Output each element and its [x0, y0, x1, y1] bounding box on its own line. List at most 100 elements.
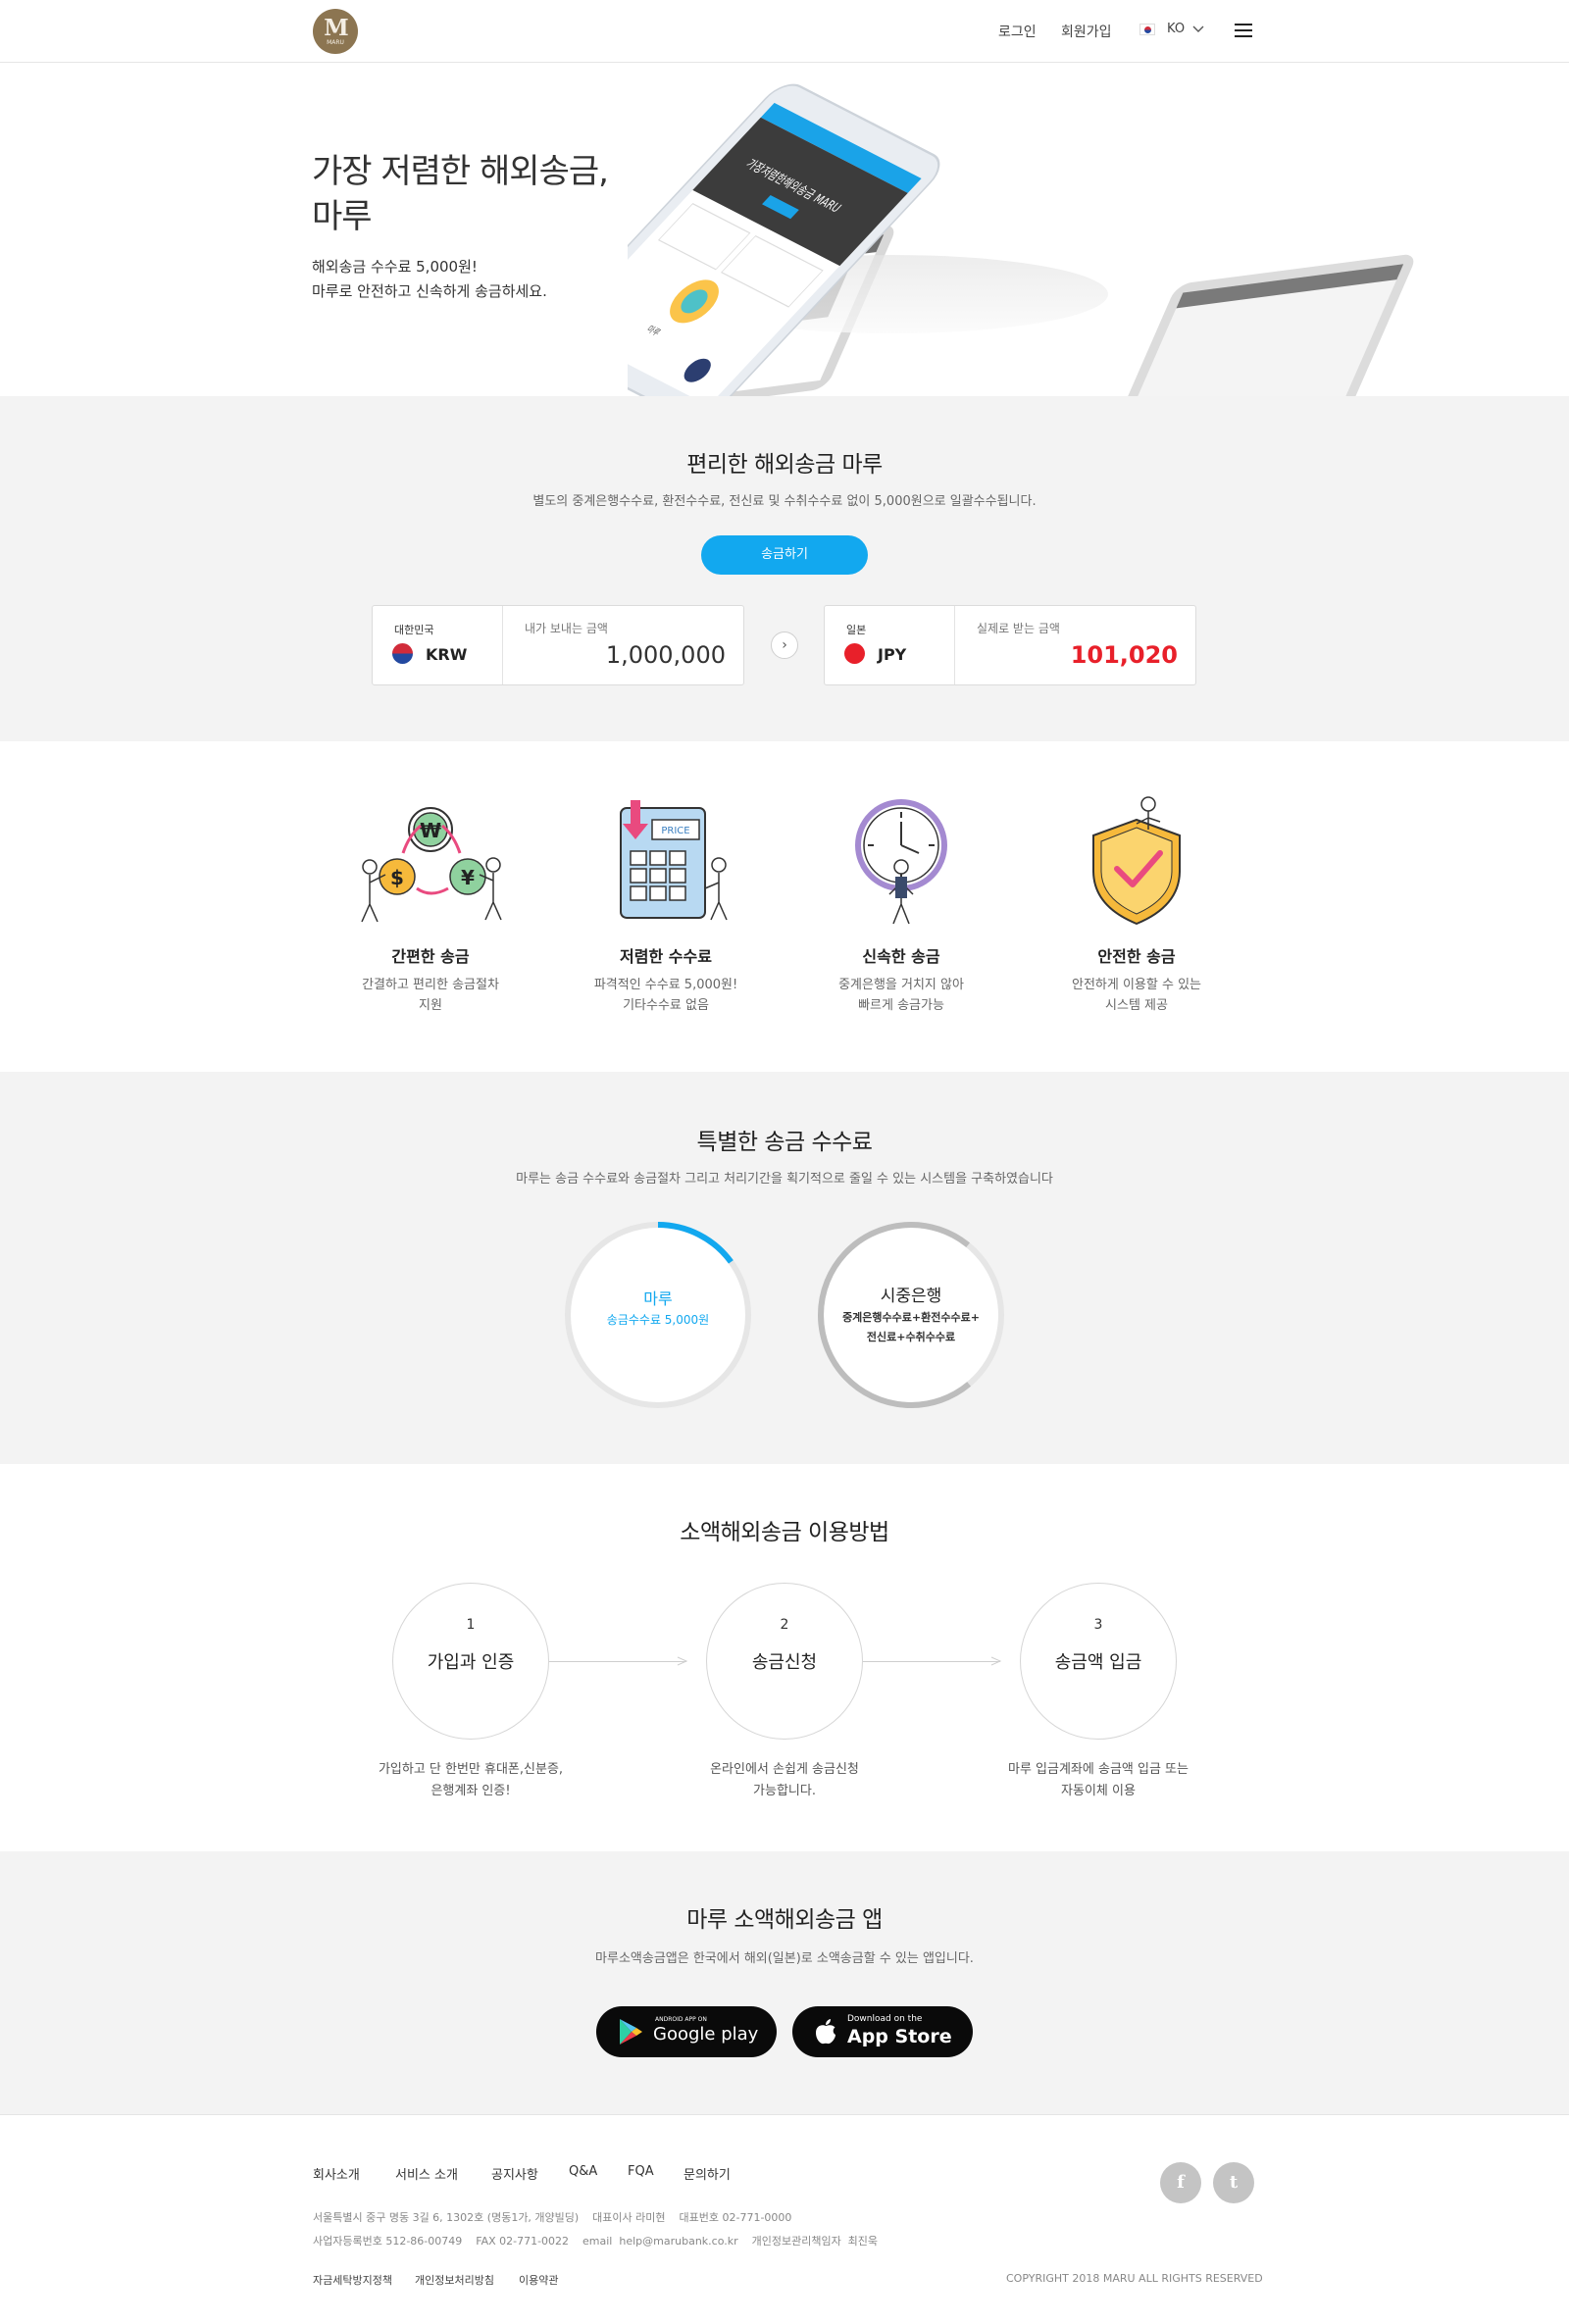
- feature-desc-line2: 시스템 제공: [1105, 998, 1168, 1013]
- feature-easy: ₩ $ ¥ 간편한 송금 간결하고 편리한 송금절차 지원: [332, 796, 529, 1022]
- feature-desc-line1: 안전하게 이용할 수 있는: [1072, 978, 1201, 992]
- google-play-button[interactable]: ANDROID APP ON Google play: [596, 2006, 777, 2057]
- footer-terms-link[interactable]: 이용약관: [519, 2272, 558, 2288]
- feature-safe: 안전한 송금 안전하게 이용할 수 있는 시스템 제공: [1038, 796, 1235, 1022]
- won-symbol: ₩: [420, 819, 441, 842]
- feature-description: 파격적인 수수료 5,000원! 기타수수료 없음: [568, 975, 764, 1016]
- send-amount-label: 내가 보내는 금액: [525, 622, 608, 635]
- chevron-down-icon[interactable]: [1192, 25, 1204, 33]
- apple-icon: [816, 2019, 835, 2045]
- maru-fee-name: 마루: [643, 1289, 673, 1308]
- chevron-right-icon: ›: [771, 632, 798, 659]
- signup-link[interactable]: 회원가입: [1061, 22, 1112, 41]
- app-title: 마루 소액해외송금 앱: [686, 1907, 883, 1933]
- shield-check-icon: [1092, 796, 1181, 926]
- step-2: 2 송금신청: [706, 1583, 863, 1740]
- footer-link-qna[interactable]: Q&A: [569, 2164, 597, 2179]
- receive-amount-value: 101,020: [1070, 641, 1178, 669]
- logo-mark: M: [324, 15, 348, 41]
- dollar-symbol: $: [390, 866, 404, 889]
- step-desc-line2: 은행계좌 인증!: [430, 1784, 511, 1798]
- feature-fast: 신속한 송금 중계은행을 거치지 않아 빠르게 송금가능: [803, 796, 999, 1022]
- feature-title: 저렴한 수수료: [620, 947, 712, 966]
- feature-desc-line1: 파격적인 수수료 5,000원!: [593, 978, 738, 992]
- site-header: M MARU 로그인 회원가입 KO: [0, 0, 1569, 63]
- step-3: 3 송금액 입금: [1020, 1583, 1177, 1740]
- feature-title: 안전한 송금: [1097, 947, 1176, 966]
- receive-currency-selector[interactable]: 일본 JPY: [825, 606, 955, 684]
- footer-company-info: 서울특별시 중구 명동 3길 6, 1302호 (명동1가, 개양빌딩) 대표이…: [313, 2211, 792, 2224]
- feature-desc-line2: 빠르게 송금가능: [858, 998, 944, 1013]
- korea-flag-icon: [1139, 24, 1155, 35]
- step-1-description: 가입하고 단 한번만 휴대폰,신분증, 은행계좌 인증!: [353, 1759, 588, 1802]
- fee-description: 마루는 송금 수수료와 송금절차 그리고 처리기간을 획기적으로 줄일 수 있는…: [516, 1172, 1053, 1187]
- special-fee-section: 특별한 송금 수수료 마루는 송금 수수료와 송금절차 그리고 처리기간을 획기…: [0, 1072, 1569, 1464]
- step-desc-line2: 자동이체 이용: [1061, 1784, 1136, 1798]
- step-label: 송금액 입금: [1054, 1652, 1142, 1673]
- feature-desc-line1: 중계은행을 거치지 않아: [838, 978, 964, 992]
- feature-desc-line1: 간결하고 편리한 송금절차: [362, 978, 499, 992]
- step-connector: [547, 1661, 686, 1662]
- feature-title: 간편한 송금: [391, 947, 470, 966]
- step-desc-line1: 가입하고 단 한번만 휴대폰,신분증,: [378, 1762, 564, 1777]
- twitter-icon[interactable]: t: [1213, 2162, 1254, 2203]
- footer-link-contact[interactable]: 문의하기: [683, 2164, 731, 2183]
- google-play-small-text: ANDROID APP ON: [655, 2016, 707, 2023]
- app-download-section: 마루 소액해외송금 앱 마루소액송금앱은 한국에서 해외(일본)로 소액송금할 …: [0, 1851, 1569, 2114]
- feature-cheap: PRICE 저렴한 수수료 파격적인 수수료 5,000원! 기타수수료 없음: [568, 796, 764, 1022]
- send-money-button[interactable]: 송금하기: [701, 535, 868, 575]
- bank-fee-name: 시중은행: [880, 1287, 942, 1306]
- feature-description: 간결하고 편리한 송금절차 지원: [332, 975, 529, 1016]
- step-label: 송금신청: [751, 1652, 818, 1673]
- arrow-right-icon: [990, 1656, 1002, 1666]
- login-link[interactable]: 로그인: [998, 22, 1037, 41]
- google-play-big-text: Google play: [653, 2024, 759, 2045]
- remittance-calculator-section: 편리한 해외송금 마루 별도의 중계은행수수료, 환전수수료, 전신료 및 수취…: [0, 396, 1569, 741]
- app-store-button[interactable]: Download on the App Store: [792, 2006, 973, 2057]
- footer-link-company[interactable]: 회사소개: [313, 2164, 360, 2183]
- korea-flag-icon: [392, 643, 413, 664]
- language-selector[interactable]: KO: [1167, 22, 1185, 36]
- send-currency-code: KRW: [426, 645, 468, 664]
- footer-link-faq[interactable]: FQA: [628, 2164, 654, 2179]
- facebook-icon[interactable]: f: [1160, 2162, 1201, 2203]
- footer-link-service[interactable]: 서비스 소개: [395, 2164, 458, 2183]
- footer-link-notice[interactable]: 공지사항: [491, 2164, 538, 2183]
- feature-desc-line2: 기타수수료 없음: [623, 998, 709, 1013]
- calculator-price-icon: PRICE: [620, 800, 728, 921]
- step-label: 가입과 인증: [427, 1652, 515, 1673]
- app-description: 마루소액송금앱은 한국에서 해외(일본)로 소액송금할 수 있는 앱입니다.: [595, 1951, 974, 1966]
- clock-icon: [855, 799, 947, 925]
- google-play-icon: [620, 2019, 642, 2045]
- step-number: 3: [1093, 1617, 1103, 1633]
- feature-title: 신속한 송금: [862, 947, 940, 966]
- feature-description: 안전하게 이용할 수 있는 시스템 제공: [1038, 975, 1235, 1016]
- fee-title: 특별한 송금 수수료: [696, 1130, 873, 1155]
- feature-desc-line2: 지원: [419, 998, 442, 1013]
- currency-exchange-icon: ₩ $ ¥: [361, 807, 502, 923]
- footer-registration-info: 사업자등록번호 512-86-00749 FAX 02-771-0022 ema…: [313, 2235, 879, 2248]
- calculator-title: 편리한 해외송금 마루: [686, 452, 883, 478]
- bank-fee-gauge: 시중은행 중계은행수수료+환전수수료+ 전신료+수취수수료: [815, 1219, 1007, 1411]
- site-footer: 회사소개 서비스 소개 공지사항 Q&A FQA 문의하기 서울특별시 중구 명…: [0, 2114, 1569, 2324]
- hamburger-menu-icon[interactable]: [1235, 24, 1252, 37]
- yen-symbol: ¥: [461, 866, 475, 889]
- steps-title: 소액해외송금 이용방법: [680, 1520, 889, 1545]
- footer-privacy-link[interactable]: 개인정보처리방침: [415, 2272, 494, 2288]
- send-currency-selector[interactable]: 대한민국 KRW: [373, 606, 503, 684]
- phone-mockup-illustration: 가장저렴한해외송금 MARU 마루: [628, 69, 1432, 396]
- calculator-description: 별도의 중계은행수수료, 환전수수료, 전신료 및 수취수수료 없이 5,000…: [532, 494, 1037, 509]
- footer-aml-policy-link[interactable]: 자금세탁방지정책: [313, 2272, 392, 2288]
- step-desc-line1: 온라인에서 손쉽게 송금신청: [710, 1762, 859, 1777]
- step-2-description: 온라인에서 손쉽게 송금신청 가능합니다.: [667, 1759, 902, 1802]
- send-amount-input[interactable]: 1,000,000: [606, 641, 726, 669]
- japan-flag-icon: [844, 643, 865, 664]
- app-store-small-text: Download on the: [847, 2014, 923, 2024]
- feature-description: 중계은행을 거치지 않아 빠르게 송금가능: [803, 975, 999, 1016]
- step-desc-line2: 가능합니다.: [753, 1784, 816, 1798]
- maru-logo[interactable]: M MARU: [313, 9, 358, 54]
- send-country: 대한민국: [394, 624, 434, 636]
- receive-country: 일본: [846, 624, 867, 636]
- copyright: COPYRIGHT 2018 MARU ALL RIGHTS RESERVED: [1006, 2272, 1263, 2285]
- app-store-big-text: App Store: [847, 2026, 952, 2047]
